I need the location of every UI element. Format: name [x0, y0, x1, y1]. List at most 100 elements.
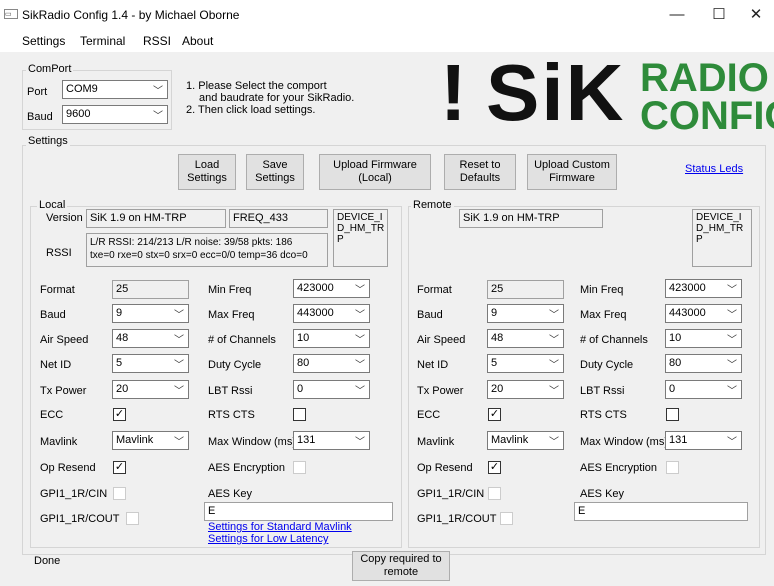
upload-firmware-button[interactable]: Upload Firmware (Local)	[319, 154, 431, 190]
upload-custom-firmware-button[interactable]: Upload Custom Firmware	[527, 154, 617, 190]
maxfreq-label: Max Freq	[208, 309, 255, 321]
logo-radio: RADIO	[640, 56, 769, 100]
remote-maxfreq-select[interactable]: 443000 ﹀	[665, 304, 742, 323]
remote-baud-label: Baud	[417, 309, 443, 321]
aes-label: AES Encryption	[208, 462, 286, 474]
minfreq-label: Min Freq	[208, 284, 252, 296]
remote-mavlink-value: Mavlink	[491, 434, 529, 446]
local-baud-select[interactable]: 9 ﹀	[112, 304, 189, 323]
chevron-down-icon: ﹀	[153, 86, 163, 97]
local-aeskey-input[interactable]: E	[204, 502, 393, 521]
remote-gpi-cout-label: GPI1_1R/COUT	[417, 513, 497, 525]
remote-txpower-select[interactable]: 20 ﹀	[487, 380, 564, 399]
local-rtscts-checkbox[interactable]	[293, 408, 306, 421]
chevron-down-icon: ﹀	[174, 310, 184, 321]
local-txpower-select[interactable]: 20 ﹀	[112, 380, 189, 399]
close-button[interactable]: ✕	[738, 0, 774, 30]
rssi-field: L/R RSSI: 214/213 L/R noise: 39/58 pkts:…	[86, 233, 328, 267]
local-aes-checkbox[interactable]	[293, 461, 306, 474]
rtscts-label: RTS CTS	[208, 409, 255, 421]
local-opresend-checkbox[interactable]: ✓	[113, 461, 126, 474]
standard-mavlink-link[interactable]: Settings for Standard Mavlink	[208, 521, 352, 533]
local-duty-select[interactable]: 80 ﹀	[293, 354, 370, 373]
remote-rtscts-checkbox[interactable]	[666, 408, 679, 421]
remote-opresend-checkbox[interactable]: ✓	[488, 461, 501, 474]
save-settings-label: Save Settings	[255, 159, 295, 184]
local-mavlink-value: Mavlink	[116, 434, 154, 446]
remote-aes-label: AES Encryption	[580, 462, 658, 474]
local-maxwindow-select[interactable]: 131 ﹀	[293, 431, 370, 450]
aeskey-label: AES Key	[208, 488, 253, 500]
chevron-down-icon: ﹀	[549, 360, 559, 371]
local-airspeed-select[interactable]: 48 ﹀	[112, 329, 189, 348]
menu-about[interactable]: About	[182, 34, 213, 48]
instruction-1: 1. Please Select the comport	[186, 80, 327, 92]
remote-aes-checkbox[interactable]	[666, 461, 679, 474]
local-lbt-value: 0	[297, 383, 304, 395]
menu-terminal[interactable]: Terminal	[80, 34, 125, 48]
local-mavlink-select[interactable]: Mavlink ﹀	[112, 431, 189, 450]
local-airspeed-value: 48	[116, 332, 129, 344]
remote-device-field: DEVICE_I D_HM_TR P	[692, 209, 752, 267]
reset-defaults-button[interactable]: Reset to Defaults	[444, 154, 516, 190]
local-channels-select[interactable]: 10 ﹀	[293, 329, 370, 348]
baud-select[interactable]: 9600 ﹀	[62, 105, 168, 124]
remote-mavlink-select[interactable]: Mavlink ﹀	[487, 431, 564, 450]
app-icon: ▭	[4, 9, 18, 19]
duty-label: Duty Cycle	[208, 359, 262, 371]
load-settings-label: Load Settings	[187, 159, 227, 184]
local-lbt-select[interactable]: 0 ﹀	[293, 380, 370, 399]
chevron-down-icon: ﹀	[727, 335, 737, 346]
remote-maxfreq-value: 443000	[669, 307, 706, 319]
low-latency-link[interactable]: Settings for Low Latency	[208, 533, 328, 545]
copy-to-remote-button[interactable]: Copy required to remote	[352, 551, 450, 581]
remote-channels-select[interactable]: 10 ﹀	[665, 329, 742, 348]
upload-firmware-label: Upload Firmware (Local)	[333, 159, 417, 184]
channels-label: # of Channels	[208, 334, 276, 346]
status-leds-link[interactable]: Status Leds	[685, 163, 743, 175]
local-minfreq-select[interactable]: 423000 ﹀	[293, 279, 370, 298]
menu-rssi[interactable]: RSSI	[143, 34, 171, 48]
port-select[interactable]: COM9 ﹀	[62, 80, 168, 99]
minimize-button[interactable]: —	[654, 0, 700, 30]
remote-mavlink-label: Mavlink	[417, 436, 455, 448]
remote-netid-select[interactable]: 5 ﹀	[487, 354, 564, 373]
remote-duty-select[interactable]: 80 ﹀	[665, 354, 742, 373]
remote-channels-label: # of Channels	[580, 334, 648, 346]
local-maxfreq-select[interactable]: 443000 ﹀	[293, 304, 370, 323]
baud-value: 9600	[66, 108, 91, 120]
txpower-label: Tx Power	[40, 385, 87, 397]
local-gpi-cout-checkbox[interactable]	[126, 512, 139, 525]
local-netid-select[interactable]: 5 ﹀	[112, 354, 189, 373]
remote-lbt-select[interactable]: 0 ﹀	[665, 380, 742, 399]
rssi-line-2: txe=0 rxe=0 stx=0 srx=0 ecc=0/0 temp=36 …	[90, 250, 308, 261]
remote-maxwindow-select[interactable]: 131 ﹀	[665, 431, 742, 450]
chevron-down-icon: ﹀	[174, 335, 184, 346]
remote-minfreq-select[interactable]: 423000 ﹀	[665, 279, 742, 298]
maximize-button[interactable]: ☐	[696, 0, 742, 30]
remote-ecc-checkbox[interactable]: ✓	[488, 408, 501, 421]
remote-format-label: Format	[417, 284, 452, 296]
local-gpi-cin-checkbox[interactable]	[113, 487, 126, 500]
remote-gpi-cout-checkbox[interactable]	[500, 512, 513, 525]
rssi-label: RSSI	[46, 247, 72, 259]
airspeed-label: Air Speed	[40, 334, 89, 346]
remote-netid-label: Net ID	[417, 359, 449, 371]
save-settings-button[interactable]: Save Settings	[246, 154, 304, 190]
chevron-down-icon: ﹀	[174, 386, 184, 397]
remote-gpi-cin-checkbox[interactable]	[488, 487, 501, 500]
remote-airspeed-select[interactable]: 48 ﹀	[487, 329, 564, 348]
local-ecc-checkbox[interactable]: ✓	[113, 408, 126, 421]
mavlink-label: Mavlink	[40, 436, 78, 448]
remote-maxwindow-value: 131	[669, 434, 688, 446]
opresend-label: Op Resend	[40, 462, 96, 474]
remote-aeskey-input[interactable]: E	[574, 502, 748, 521]
local-group-label: Local	[37, 199, 68, 211]
remote-baud-select[interactable]: 9 ﹀	[487, 304, 564, 323]
remote-airspeed-label: Air Speed	[417, 334, 466, 346]
chevron-down-icon: ﹀	[355, 335, 365, 346]
baud-label: Baud	[27, 111, 53, 123]
menu-settings[interactable]: Settings	[22, 34, 65, 48]
load-settings-button[interactable]: Load Settings	[178, 154, 236, 190]
local-maxwindow-value: 131	[297, 434, 316, 446]
